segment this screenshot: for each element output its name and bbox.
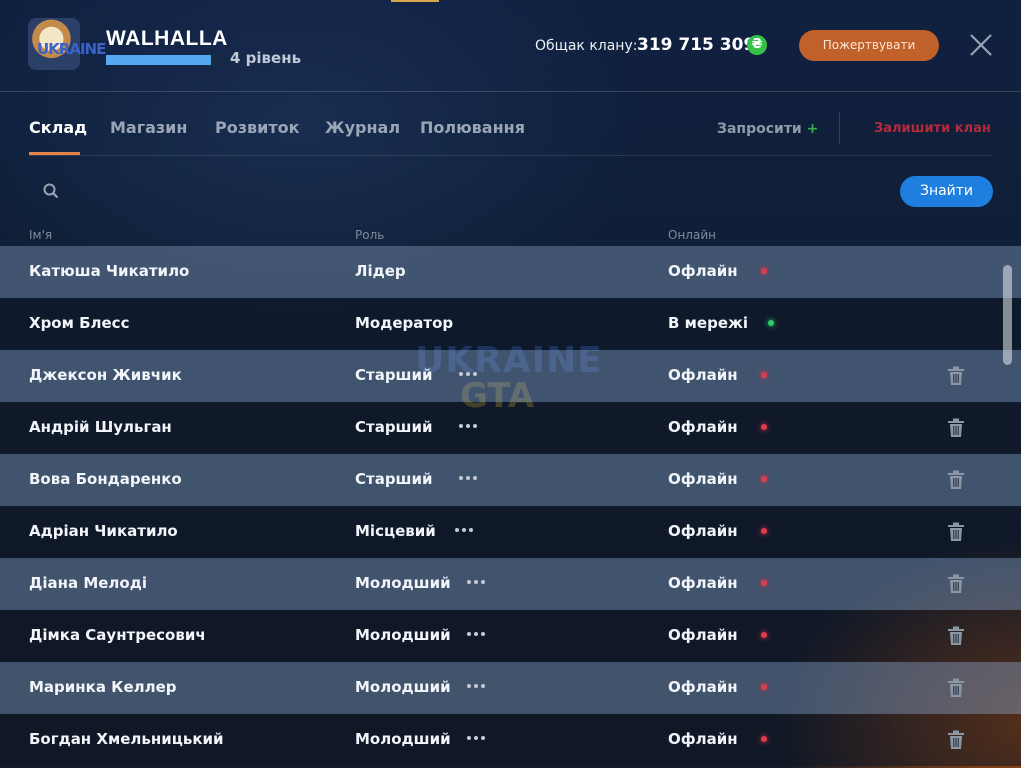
member-status: Офлайн <box>668 262 738 280</box>
member-row[interactable]: Катюша Чикатило Лідер Офлайн <box>0 246 1021 298</box>
trash-icon[interactable] <box>947 626 965 646</box>
member-role: Молодший <box>355 678 451 696</box>
column-header-role: Роль <box>355 228 385 242</box>
tab-rozvytok[interactable]: Розвиток <box>215 118 299 137</box>
member-name: Вова Бондаренко <box>29 470 182 488</box>
role-menu-dots-icon[interactable] <box>467 632 485 638</box>
column-header-name: Ім'я <box>29 228 53 242</box>
search-input[interactable] <box>70 176 474 208</box>
trash-icon[interactable] <box>947 730 965 750</box>
offline-status-dot <box>761 372 767 378</box>
member-status: Офлайн <box>668 522 738 540</box>
clan-header: UKRAINE WALHALLA 4 рівень Общак клану: 3… <box>0 0 1021 92</box>
scrollbar-thumb[interactable] <box>1003 265 1012 365</box>
trash-icon[interactable] <box>947 522 965 542</box>
tabs-divider <box>29 155 993 156</box>
invite-button[interactable]: Запросити + <box>717 121 818 137</box>
member-role: Старший <box>355 366 433 384</box>
member-status: Офлайн <box>668 366 738 384</box>
member-row[interactable]: Вова Бондаренко Старший Офлайн <box>0 454 1021 506</box>
level-text: 4 рівень <box>230 49 302 67</box>
member-name: Діана Мелоді <box>29 574 147 592</box>
search-icon <box>43 183 59 199</box>
member-role: Старший <box>355 418 433 436</box>
member-name: Андрій Шульган <box>29 418 172 436</box>
role-menu-dots-icon[interactable] <box>467 684 485 690</box>
member-row[interactable]: Адріан Чикатило Місцевий Офлайн <box>0 506 1021 558</box>
member-status: Офлайн <box>668 470 738 488</box>
member-row[interactable]: Дімка Саунтресович Молодший Офлайн <box>0 610 1021 662</box>
member-role: Місцевий <box>355 522 436 540</box>
donate-button[interactable]: Пожертвувати <box>799 30 939 61</box>
member-status: Офлайн <box>668 418 738 436</box>
member-status: Офлайн <box>668 730 738 748</box>
member-role: Лідер <box>355 262 406 280</box>
role-menu-dots-icon[interactable] <box>459 476 477 482</box>
tab-poliuvannia[interactable]: Полювання <box>420 118 525 137</box>
column-header-online: Онлайн <box>668 228 716 242</box>
invite-label: Запросити <box>717 121 802 137</box>
trash-icon[interactable] <box>947 470 965 490</box>
tab-sklad[interactable]: Склад <box>29 118 87 137</box>
offline-status-dot <box>761 632 767 638</box>
member-role: Молодший <box>355 730 451 748</box>
member-row[interactable]: Андрій Шульган Старший Офлайн <box>0 402 1021 454</box>
member-row[interactable]: Маринка Келлер Молодший Офлайн <box>0 662 1021 714</box>
member-name: Хром Блесс <box>29 314 130 332</box>
offline-status-dot <box>761 476 767 482</box>
level-progress-fill <box>106 55 212 65</box>
member-row[interactable]: Діана Мелоді Молодший Офлайн <box>0 558 1021 610</box>
member-role: Молодший <box>355 574 451 592</box>
role-menu-dots-icon[interactable] <box>459 372 477 378</box>
tab-zhurnal[interactable]: Журнал <box>325 118 400 137</box>
bank-value: 319 715 309 <box>637 35 756 55</box>
member-role: Молодший <box>355 626 451 644</box>
member-role: Модератор <box>355 314 454 332</box>
role-menu-dots-icon[interactable] <box>459 424 477 430</box>
offline-status-dot <box>761 424 767 430</box>
member-status: Офлайн <box>668 678 738 696</box>
member-list: Катюша Чикатило Лідер Офлайн Хром Блесс Моде… <box>0 246 1021 766</box>
trash-icon[interactable] <box>947 418 965 438</box>
member-name: Дімка Саунтресович <box>29 626 206 644</box>
trash-icon[interactable] <box>947 678 965 698</box>
close-icon[interactable] <box>968 32 994 58</box>
offline-status-dot <box>761 684 767 690</box>
member-name: Маринка Келлер <box>29 678 177 696</box>
member-row[interactable]: Джексон Живчик Старший Офлайн <box>0 350 1021 402</box>
member-status: Офлайн <box>668 626 738 644</box>
role-menu-dots-icon[interactable] <box>455 528 473 534</box>
member-status: Офлайн <box>668 574 738 592</box>
member-status: В мережі <box>668 314 749 332</box>
offline-status-dot <box>761 268 767 274</box>
trash-icon[interactable] <box>947 366 965 386</box>
offline-status-dot <box>761 580 767 586</box>
plus-icon: + <box>806 121 819 137</box>
hryvnia-coin-icon: ₴ <box>747 35 767 55</box>
clan-name: WALHALLA <box>106 27 228 50</box>
trash-icon[interactable] <box>947 574 965 594</box>
member-role: Старший <box>355 470 433 488</box>
offline-status-dot <box>761 528 767 534</box>
member-name: Адріан Чикатило <box>29 522 178 540</box>
member-row[interactable]: Хром Блесс Модератор В мережі <box>0 298 1021 350</box>
actions-divider <box>839 112 840 144</box>
bank-label: Общак клану: <box>535 38 638 54</box>
role-menu-dots-icon[interactable] <box>467 580 485 586</box>
leave-clan-button[interactable]: Залишити клан <box>874 121 991 136</box>
clan-logo: UKRAINE <box>28 18 106 70</box>
member-name: Катюша Чикатило <box>29 262 190 280</box>
role-menu-dots-icon[interactable] <box>467 736 485 742</box>
member-name: Джексон Живчик <box>29 366 182 384</box>
online-status-dot <box>768 320 774 326</box>
member-name: Богдан Хмельницький <box>29 730 224 748</box>
level-progress-bar <box>106 55 218 65</box>
find-button[interactable]: Знайти <box>900 176 993 207</box>
clan-logo-mark: UKRAINE <box>37 40 106 58</box>
offline-status-dot <box>761 736 767 742</box>
member-row[interactable]: Богдан Хмельницький Молодший Офлайн <box>0 714 1021 766</box>
tab-magazyn[interactable]: Магазин <box>110 118 187 137</box>
